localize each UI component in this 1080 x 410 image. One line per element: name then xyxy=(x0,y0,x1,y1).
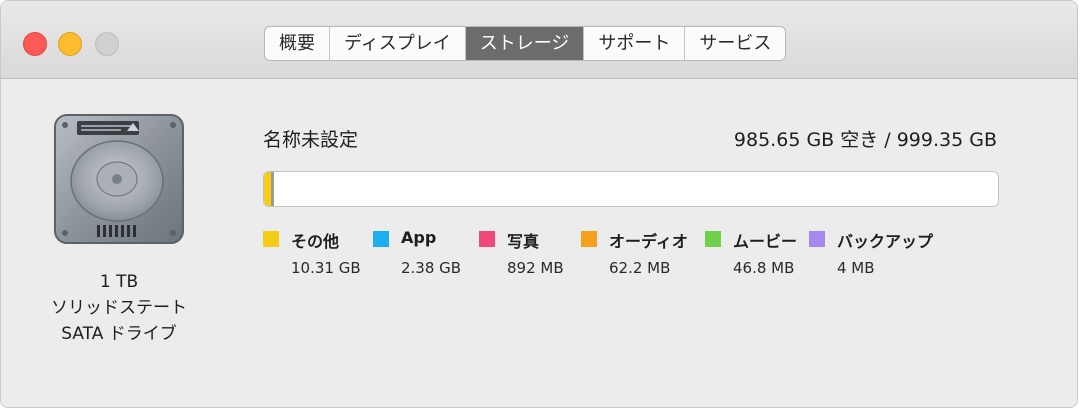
title-bar: 概要 ディスプレイ ストレージ サポート サービス xyxy=(1,1,1077,79)
bar-segment-app xyxy=(271,172,274,206)
legend-swatch xyxy=(581,231,597,247)
tab-support[interactable]: サポート xyxy=(584,27,686,60)
drive-type: ソリッドステート xyxy=(51,298,187,318)
tab-overview[interactable]: 概要 xyxy=(265,27,330,60)
tab-storage[interactable]: ストレージ xyxy=(465,27,585,60)
legend-size: 4 MB xyxy=(837,259,875,277)
legend-label: App xyxy=(401,228,437,247)
close-button[interactable] xyxy=(23,32,47,56)
volume-capacity: 985.65 GB 空き / 999.35 GB xyxy=(733,129,997,151)
hard-drive-icon xyxy=(54,114,184,244)
storage-pane: 1 TB ソリッドステート SATA ドライブ 名称未設定 985.65 GB … xyxy=(1,79,1077,407)
legend-size: 892 MB xyxy=(507,259,564,277)
legend-label: ムービー xyxy=(733,232,798,251)
legend-label: オーディオ xyxy=(609,232,688,251)
minimize-button[interactable] xyxy=(58,32,82,56)
drive-info: 1 TB ソリッドステート SATA ドライブ xyxy=(19,269,219,347)
legend-label: 写真 xyxy=(507,232,540,251)
legend-swatch xyxy=(809,231,825,247)
tab-displays[interactable]: ディスプレイ xyxy=(330,27,466,60)
tab-bar: 概要 ディスプレイ ストレージ サポート サービス xyxy=(264,26,787,61)
legend-size: 46.8 MB xyxy=(733,259,795,277)
legend-size: 62.2 MB xyxy=(609,259,671,277)
drive-capacity: 1 TB xyxy=(99,272,139,292)
legend-swatch xyxy=(373,231,389,247)
legend-label: バックアップ xyxy=(837,232,934,251)
storage-usage-bar xyxy=(263,171,999,207)
zoom-button[interactable] xyxy=(95,32,119,56)
legend-swatch xyxy=(263,231,279,247)
legend-swatch xyxy=(479,231,495,247)
tab-service[interactable]: サービス xyxy=(685,27,785,60)
volume-name: 名称未設定 xyxy=(263,129,359,151)
bar-segment-other xyxy=(264,172,271,206)
system-info-window: 概要 ディスプレイ ストレージ サポート サービス 1 TB ソリッドステート … xyxy=(0,0,1078,408)
legend-size: 2.38 GB xyxy=(401,259,462,277)
legend-swatch xyxy=(705,231,721,247)
drive-interface: SATA ドライブ xyxy=(61,324,177,344)
legend-size: 10.31 GB xyxy=(291,259,361,277)
legend-label: その他 xyxy=(291,232,340,251)
